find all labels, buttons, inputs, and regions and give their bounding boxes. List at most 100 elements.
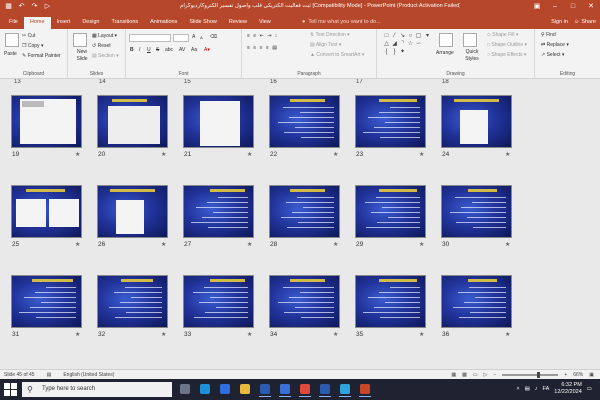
slide-count[interactable]: Slide 45 of 45 — [4, 372, 35, 378]
chrome-icon[interactable] — [298, 382, 312, 397]
brace-shape-icon[interactable]: { — [383, 49, 390, 56]
volume-icon[interactable]: ♪ — [535, 386, 538, 392]
edge-icon[interactable] — [198, 382, 212, 397]
task-view-icon[interactable] — [178, 382, 192, 397]
tab-slide-show[interactable]: Slide Show — [183, 17, 223, 29]
sign-in-link[interactable]: Sign in — [551, 17, 568, 27]
shapes-more-icon[interactable]: ▾ — [424, 33, 431, 40]
taskbar-search-box[interactable]: ⚲ Type here to search — [22, 382, 172, 397]
strikethrough-button[interactable]: S — [156, 47, 159, 54]
network-icon[interactable]: ▤ — [525, 386, 530, 392]
paste-button[interactable]: Paste — [4, 51, 17, 58]
arrow-shape-icon[interactable]: ↘ — [399, 33, 406, 40]
zoom-level[interactable]: 66% — [573, 372, 583, 378]
new-slide-icon[interactable] — [73, 33, 87, 47]
star-shape-icon[interactable]: ☆ — [407, 41, 414, 48]
slide-thumbnail[interactable] — [97, 275, 168, 328]
maximize-icon[interactable]: □ — [564, 0, 582, 14]
present-icon[interactable]: ▷ — [43, 2, 52, 11]
tab-review[interactable]: Review — [223, 17, 253, 29]
clock[interactable]: 6:32 PM 12/22/2024 — [554, 382, 582, 396]
right-triangle-shape-icon[interactable]: ◢ — [391, 41, 398, 48]
tab-animations[interactable]: Animations — [144, 17, 183, 29]
change-case-button[interactable]: Aa — [191, 47, 197, 54]
line-shape-icon[interactable]: ⁄ — [391, 33, 398, 40]
quick-styles-button[interactable]: Quick Styles — [461, 49, 483, 63]
layout-button[interactable]: ▦ Layout ▾ — [92, 33, 117, 40]
redo-icon[interactable]: ↷ — [30, 2, 39, 11]
slide-thumbnail[interactable] — [11, 275, 82, 328]
list-buttons-icon[interactable]: ≡ ≡ ⇤ ⇥ ↕ — [247, 33, 278, 40]
transition-star-icon[interactable]: ★ — [247, 151, 252, 158]
notifications-icon[interactable]: ▭ — [587, 386, 592, 392]
ribbon-display-icon[interactable]: ▣ — [528, 0, 546, 14]
bold-button[interactable]: B — [130, 47, 134, 54]
select-button[interactable]: ↗ Select ▾ — [541, 52, 564, 59]
rectangle-shape-icon[interactable]: □ — [383, 33, 390, 40]
font-name-box[interactable] — [129, 34, 171, 42]
transition-star-icon[interactable]: ★ — [75, 151, 80, 158]
convert-smartart-button[interactable]: ▲ Convert to SmartArt ▾ — [310, 52, 364, 59]
share-button[interactable]: ☺ Share — [574, 17, 596, 27]
reading-view-icon[interactable]: ▭ — [473, 372, 478, 378]
tab-view[interactable]: View — [253, 17, 277, 29]
powerpoint-icon[interactable] — [358, 382, 372, 397]
tab-home[interactable]: Home — [23, 17, 51, 29]
transition-star-icon[interactable]: ★ — [75, 331, 80, 338]
transition-star-icon[interactable]: ★ — [419, 151, 424, 158]
tab-design[interactable]: Design — [76, 17, 105, 29]
transition-star-icon[interactable]: ★ — [419, 241, 424, 248]
minimize-icon[interactable]: – — [546, 0, 564, 14]
windows-start-icon[interactable] — [4, 383, 17, 396]
new-slide-button[interactable]: New Slide — [71, 49, 93, 63]
replace-button[interactable]: ⇄ Replace ▾ — [541, 42, 569, 49]
grow-font-button[interactable]: A — [192, 34, 195, 41]
oval-shape-icon[interactable]: ○ — [407, 33, 414, 40]
telegram-icon[interactable] — [338, 382, 352, 397]
slide-thumbnail[interactable] — [183, 95, 254, 148]
slide-thumbnail[interactable] — [11, 95, 82, 148]
slide-thumbnail[interactable] — [183, 275, 254, 328]
shrink-font-button[interactable]: A — [200, 34, 203, 41]
star-small-shape-icon[interactable]: ✦ — [399, 49, 406, 56]
slide-thumbnail[interactable] — [269, 95, 340, 148]
rounded-rect-shape-icon[interactable]: ▢ — [415, 33, 422, 40]
shape-effects-button[interactable]: ○ Shape Effects ▾ — [487, 52, 526, 59]
underline-button[interactable]: U — [147, 47, 151, 54]
tab-insert[interactable]: Insert — [51, 17, 77, 29]
transition-star-icon[interactable]: ★ — [505, 241, 510, 248]
normal-view-icon[interactable]: ▦ — [451, 372, 456, 378]
curve-shape-icon[interactable]: ∽ — [415, 41, 422, 48]
language-label[interactable]: English (United States) — [63, 372, 114, 378]
format-painter-button[interactable]: ✎ Format Painter — [22, 53, 61, 60]
copy-button[interactable]: ❐ Copy ▾ — [22, 43, 43, 50]
slide-thumbnail[interactable] — [355, 95, 426, 148]
word-doc-icon[interactable] — [318, 382, 332, 397]
close-icon[interactable]: ✕ — [582, 0, 600, 14]
slide-thumbnail[interactable] — [441, 275, 512, 328]
char-spacing-button[interactable]: AV — [179, 47, 185, 54]
transition-star-icon[interactable]: ★ — [161, 241, 166, 248]
input-language[interactable]: FA — [543, 386, 550, 392]
triangle-shape-icon[interactable]: △ — [383, 41, 390, 48]
transition-star-icon[interactable]: ★ — [247, 331, 252, 338]
slide-thumbnail[interactable] — [269, 185, 340, 238]
slide-thumbnail[interactable] — [11, 185, 82, 238]
slide-thumbnail[interactable] — [183, 185, 254, 238]
transition-star-icon[interactable]: ★ — [247, 241, 252, 248]
section-button[interactable]: ▤ Section ▾ — [92, 53, 119, 60]
slide-thumbnail[interactable] — [269, 275, 340, 328]
slide-thumbnail[interactable] — [441, 185, 512, 238]
font-size-box[interactable] — [173, 34, 189, 42]
proofing-icon[interactable]: ▤ — [47, 372, 52, 378]
slide-thumbnail[interactable] — [441, 95, 512, 148]
shadow-button[interactable]: abc — [165, 47, 173, 54]
clear-format-icon[interactable]: ⌫ — [210, 34, 217, 41]
bluetooth-icon[interactable] — [218, 382, 232, 397]
undo-icon[interactable]: ↶ — [17, 2, 26, 11]
slide-thumbnail[interactable] — [97, 95, 168, 148]
transition-star-icon[interactable]: ★ — [333, 241, 338, 248]
brace-close-shape-icon[interactable]: } — [391, 49, 398, 56]
find-button[interactable]: ⚲ Find — [541, 32, 556, 39]
paste-icon[interactable] — [5, 33, 19, 47]
